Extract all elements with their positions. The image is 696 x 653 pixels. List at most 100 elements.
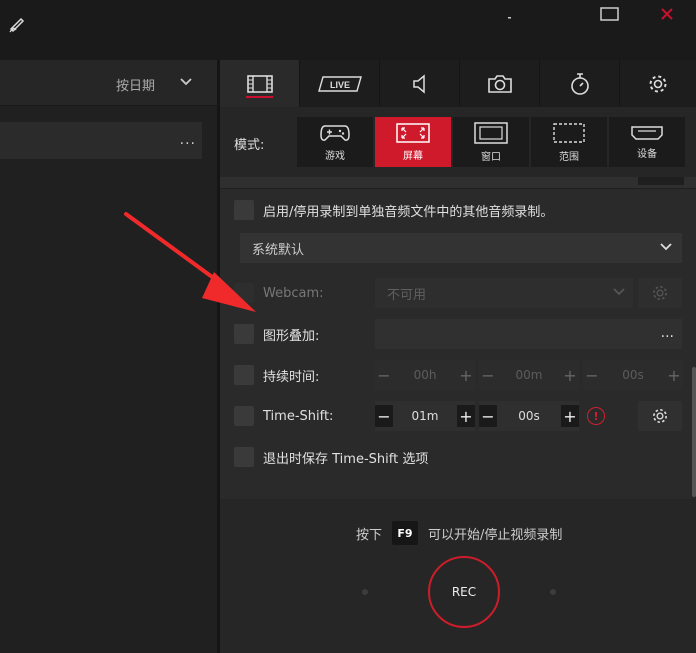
title-bar [0,0,696,60]
previous-row-edge [220,177,696,189]
scrollbar-thumb[interactable] [692,367,696,497]
maximize-button[interactable] [590,0,630,28]
close-button[interactable] [647,0,687,28]
overlay-field[interactable]: ... [375,319,682,349]
minimize-icon [508,17,511,19]
live-label: LIVE [329,80,349,90]
mode-game[interactable]: 游戏 [297,117,373,167]
plus-button[interactable]: + [665,364,683,386]
save-timeshift-checkbox[interactable] [234,447,254,467]
hint-after: 可以开始/停止视频录制 [428,527,563,543]
timeshift-settings-button[interactable] [638,401,682,431]
overlay-checkbox[interactable] [234,324,254,344]
separate-audio-label: 启用/停用录制到单独音频文件中的其他音频录制。 [263,204,554,220]
gear-icon [653,286,667,300]
mode-window[interactable]: 窗口 [453,117,529,167]
mode-screen-label: 屏幕 [403,150,423,162]
timeshift-seconds-value[interactable]: 00s [497,409,561,423]
plus-button[interactable]: + [457,405,475,427]
duration-seconds-value[interactable]: 00s [601,368,665,382]
webcam-value: 不可用 [387,287,427,303]
more-button[interactable]: ... [180,132,196,148]
window-icon [474,121,508,144]
mode-region[interactable]: 范围 [531,117,607,167]
duration-label: 持续时间: [263,369,320,385]
timeshift-label: Time-Shift: [263,408,334,424]
duration-hours-value[interactable]: 00h [393,368,457,382]
overlay-more-button[interactable]: ... [661,325,674,341]
tab-video-record[interactable] [220,60,300,107]
region-icon [553,122,585,143]
tab-settings[interactable] [620,60,696,107]
close-icon [661,8,673,20]
duration-minutes-value[interactable]: 00m [497,368,561,382]
tab-timer[interactable] [540,60,620,107]
pen-icon[interactable] [8,14,28,34]
speaker-icon [412,73,425,94]
plus-button[interactable]: + [457,364,475,386]
timeshift-row: Time-Shift: [234,405,333,427]
tab-live[interactable]: LIVE [300,60,380,107]
gamepad-icon [320,124,350,141]
timeshift-minutes-value[interactable]: 01m [393,409,457,423]
minus-button[interactable]: − [479,364,497,386]
save-timeshift-row: 退出时保存 Time-Shift 选项 [234,446,428,468]
live-icon: LIVE [317,75,362,92]
sort-dropdown[interactable]: 按日期 [116,75,155,94]
webcam-settings-button[interactable] [638,278,682,308]
library-header: 按日期 [0,60,217,106]
save-timeshift-label: 退出时保存 Time-Shift 选项 [263,451,429,467]
plus-button[interactable]: + [561,405,579,427]
left-dot [362,589,368,595]
mode-region-label: 范围 [559,151,579,163]
duration-checkbox[interactable] [234,365,254,385]
separate-audio-row: 启用/停用录制到单独音频文件中的其他音频录制。 [234,199,553,221]
mode-screen[interactable]: 屏幕 [375,117,451,167]
chevron-down-icon[interactable] [180,77,192,87]
camera-icon [487,74,512,93]
minus-button[interactable]: − [583,364,601,386]
mode-device-label: 设备 [637,148,657,160]
timeshift-checkbox[interactable] [234,406,254,426]
gear-icon [653,409,667,423]
minus-button[interactable]: − [375,405,393,427]
mode-selector: 游戏 屏幕 窗口 范围 设备 [297,117,685,167]
webcam-select[interactable]: 不可用 [375,278,633,308]
timeshift-minutes-stepper: − 01m + [375,401,475,431]
hint-before: 按下 [356,527,383,543]
mode-label: 模式: [234,138,265,153]
record-settings-pane: LIVE 模式: 游戏 屏幕 窗口 范围 设备 启用/停用录制到单独音频文件中的… [220,60,696,653]
duration-seconds-stepper: − 00s + [583,360,683,390]
stopwatch-icon [570,72,589,95]
rec-button[interactable]: REC [428,556,500,628]
chevron-down-icon [660,243,672,251]
right-dot [550,589,556,595]
minimize-button[interactable] [490,0,530,28]
hdmi-icon [631,125,663,140]
mode-device[interactable]: 设备 [609,117,685,167]
webcam-label: Webcam: [263,285,324,301]
library-pane: 按日期 ... [0,60,217,653]
plus-button[interactable]: + [561,364,579,386]
options-panel: 启用/停用录制到单独音频文件中的其他音频录制。 系统默认 Webcam: 不可用… [220,177,696,499]
film-icon [246,74,273,93]
minus-button[interactable]: − [375,364,393,386]
timeshift-seconds-stepper: − 00s + [479,401,579,431]
gear-icon [649,75,667,92]
record-controls: 按下 F9 可以开始/停止视频录制 REC [220,500,696,653]
tab-screenshot[interactable] [460,60,540,107]
audio-device-select[interactable]: 系统默认 [240,233,682,263]
tab-bar: LIVE [220,60,696,107]
tab-audio[interactable] [380,60,460,107]
library-item[interactable]: ... [0,122,202,159]
previous-row-field [638,177,684,185]
hotkey-badge: F9 [392,521,419,545]
minus-button[interactable]: − [479,405,497,427]
overlay-label: 图形叠加: [263,328,320,344]
duration-minutes-stepper: − 00m + [479,360,579,390]
chevron-down-icon [613,288,625,296]
fullscreen-icon [396,122,430,143]
mode-game-label: 游戏 [325,150,345,162]
duration-hours-stepper: − 00h + [375,360,475,390]
warning-icon[interactable]: ! [587,407,605,425]
